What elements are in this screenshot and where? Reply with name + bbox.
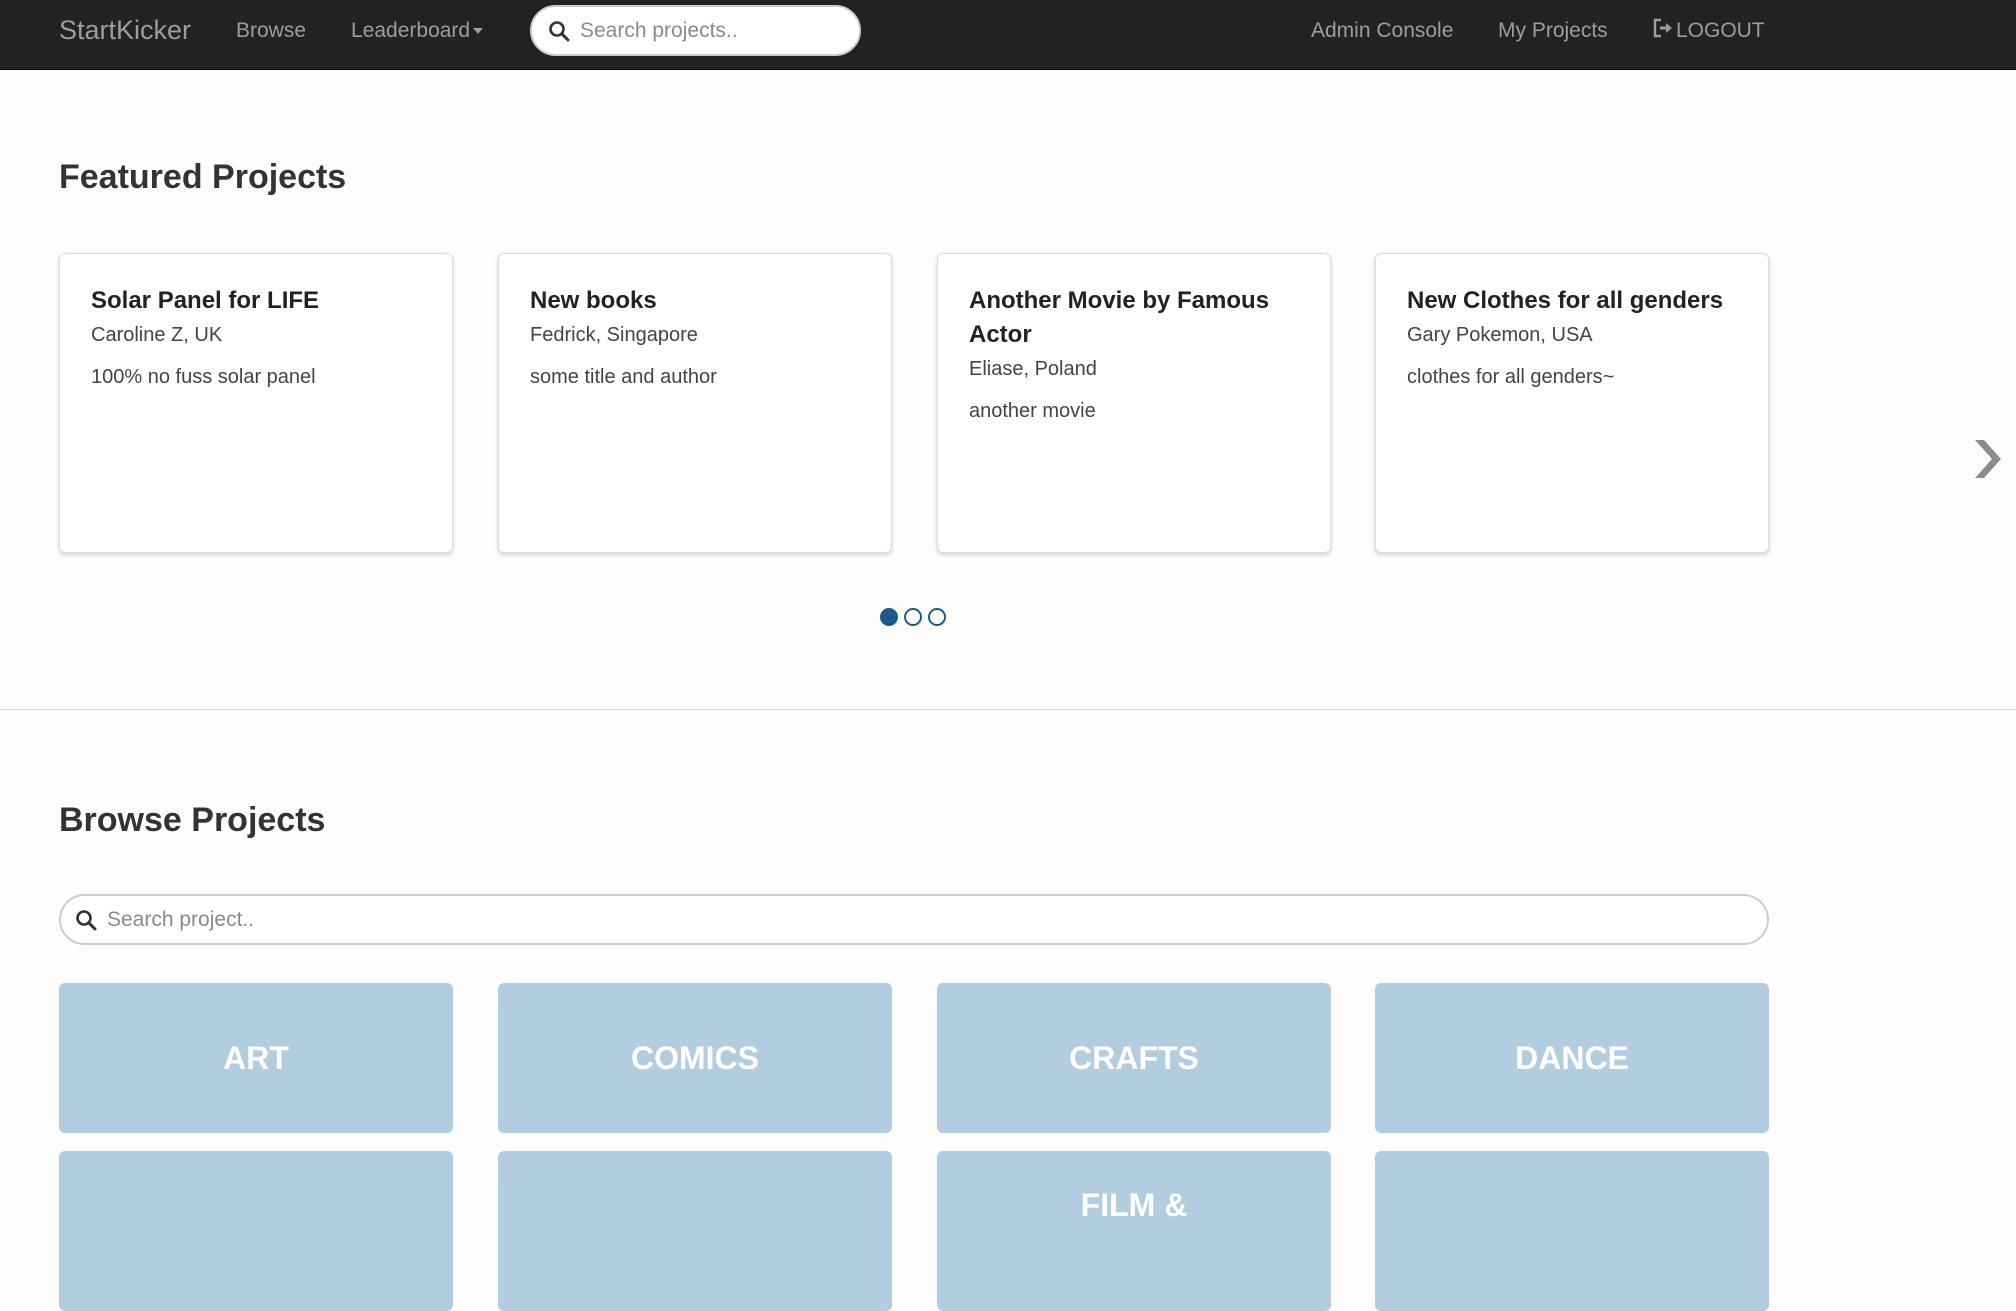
carousel-dot-1[interactable] — [880, 608, 898, 626]
project-description: clothes for all genders~ — [1407, 366, 1615, 388]
browse-search-input[interactable] — [105, 902, 1745, 938]
project-owner: Gary Pokemon, USA — [1407, 324, 1593, 346]
project-owner: Caroline Z, UK — [91, 324, 223, 346]
top-navbar: StartKicker Browse Leaderboard Admin Con… — [0, 0, 2016, 70]
logout-icon — [1653, 18, 1672, 38]
featured-project-card[interactable]: Another Movie by Famous Actor Eliase, Po… — [937, 253, 1331, 553]
browse-search-box — [59, 894, 1769, 945]
project-description: some title and author — [530, 366, 717, 388]
nav-logout-link[interactable]: LOGOUT — [1652, 0, 1765, 62]
category-tile[interactable] — [498, 1151, 892, 1311]
search-icon — [549, 21, 570, 42]
category-tile-crafts[interactable]: CRAFTS — [937, 983, 1331, 1133]
carousel-next-chevron-icon[interactable] — [1970, 436, 2004, 482]
category-tile-dance[interactable]: DANCE — [1375, 983, 1769, 1133]
project-description: another movie — [969, 400, 1096, 422]
browse-projects-heading: Browse Projects — [59, 801, 326, 839]
project-title: Solar Panel for LIFE — [91, 287, 320, 314]
featured-project-card[interactable]: New books Fedrick, Singapore some title … — [498, 253, 892, 553]
nav-browse-link[interactable]: Browse — [236, 0, 306, 62]
project-title: Another Movie by Famous Actor — [969, 287, 1270, 348]
project-title: New books — [530, 287, 657, 314]
caret-down-icon — [473, 28, 484, 35]
project-description: 100% no fuss solar panel — [91, 366, 316, 388]
project-title: New Clothes for all genders — [1407, 287, 1724, 314]
category-tile[interactable] — [59, 1151, 453, 1311]
nav-leaderboard-dropdown[interactable]: Leaderboard — [351, 0, 484, 62]
category-tile-comics[interactable]: COMICS — [498, 983, 892, 1133]
nav-my-projects-link[interactable]: My Projects — [1498, 0, 1608, 62]
search-icon — [76, 910, 97, 931]
category-tile[interactable] — [1375, 1151, 1769, 1311]
project-owner: Eliase, Poland — [969, 358, 1097, 380]
nav-search-box — [530, 5, 861, 56]
nav-logout-label: LOGOUT — [1676, 19, 1765, 42]
carousel-dot-2[interactable] — [904, 608, 922, 626]
category-tile-art[interactable]: ART — [59, 983, 453, 1133]
nav-leaderboard-label: Leaderboard — [351, 19, 471, 42]
featured-project-card[interactable]: New Clothes for all genders Gary Pokemon… — [1375, 253, 1769, 553]
section-divider — [0, 709, 2016, 710]
featured-project-card[interactable]: Solar Panel for LIFE Caroline Z, UK 100%… — [59, 253, 453, 553]
nav-admin-console-link[interactable]: Admin Console — [1311, 0, 1453, 62]
brand-logo[interactable]: StartKicker — [59, 0, 191, 60]
featured-projects-heading: Featured Projects — [59, 158, 347, 196]
nav-search-input[interactable] — [578, 13, 848, 49]
project-owner: Fedrick, Singapore — [530, 324, 698, 346]
category-tile-film[interactable]: FILM & — [937, 1151, 1331, 1311]
carousel-dot-3[interactable] — [928, 608, 946, 626]
